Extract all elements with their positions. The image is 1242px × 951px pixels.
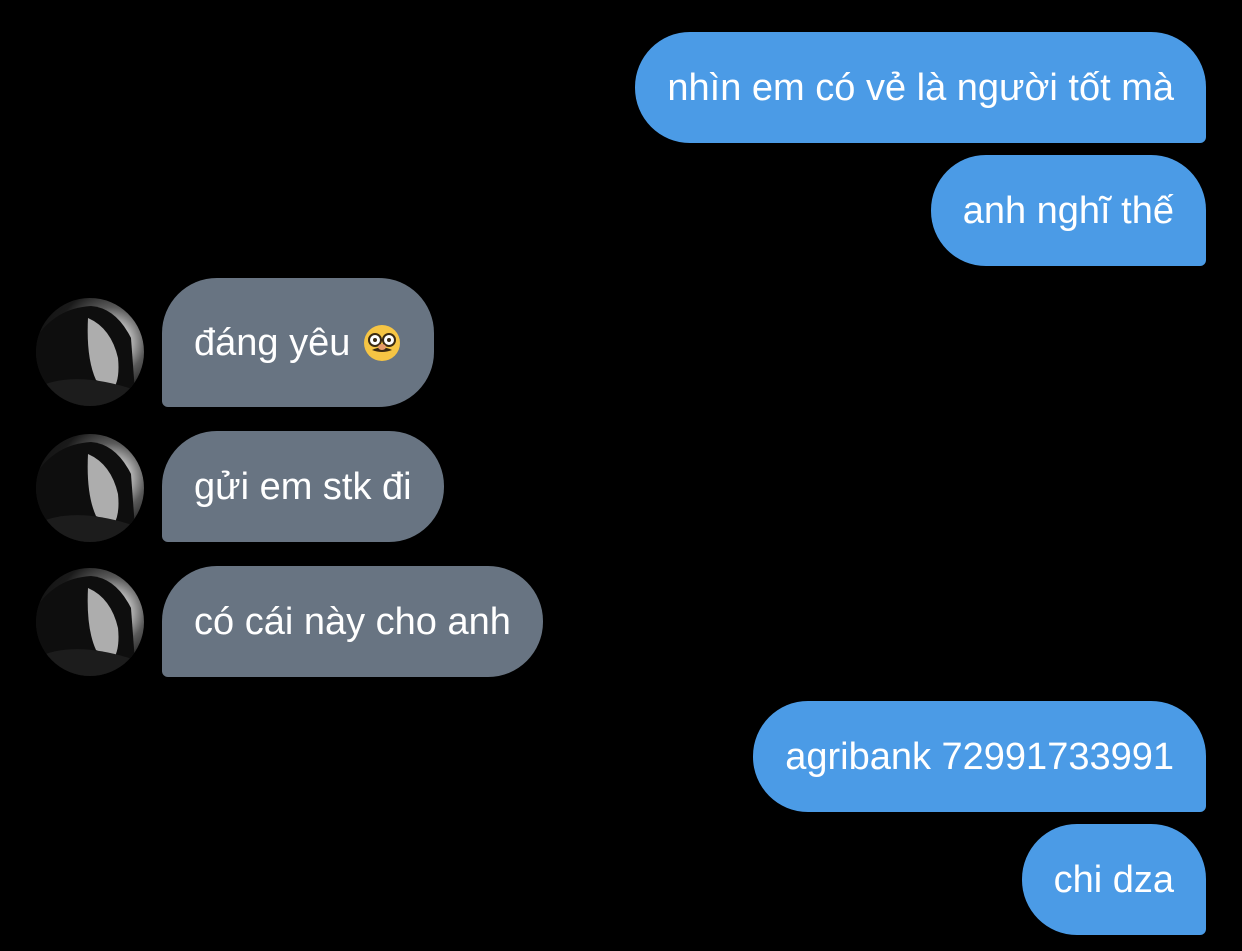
message-bubble-incoming[interactable]: gửi em stk đi xyxy=(162,431,444,542)
message-text: nhìn em có vẻ là người tốt mà xyxy=(667,66,1174,109)
disguised-face-emoji-icon xyxy=(364,324,401,361)
avatar-photo xyxy=(36,576,144,676)
avatar-photo xyxy=(36,306,144,406)
message-bubble-incoming[interactable]: đáng yêu xyxy=(162,278,435,407)
avatar[interactable] xyxy=(36,298,144,406)
message-bubble-outgoing[interactable]: anh nghĩ thế xyxy=(930,155,1206,266)
avatar[interactable] xyxy=(36,568,144,676)
message-bubble-outgoing[interactable]: nhìn em có vẻ là người tốt mà xyxy=(635,32,1206,143)
message-text: chi dza xyxy=(1053,858,1174,901)
avatar-photo xyxy=(36,442,144,542)
message-text: có cái này cho anh xyxy=(194,600,511,643)
message-bubble-incoming[interactable]: có cái này cho anh xyxy=(162,566,543,677)
avatar[interactable] xyxy=(36,434,144,542)
message-text: gửi em stk đi xyxy=(194,465,412,508)
message-text: đáng yêu xyxy=(194,321,351,364)
message-text: anh nghĩ thế xyxy=(962,189,1174,232)
message-bubble-outgoing[interactable]: chi dza xyxy=(1021,824,1206,935)
message-bubble-outgoing[interactable]: agribank 72991733991 xyxy=(753,701,1206,812)
message-text: agribank 72991733991 xyxy=(785,735,1174,778)
